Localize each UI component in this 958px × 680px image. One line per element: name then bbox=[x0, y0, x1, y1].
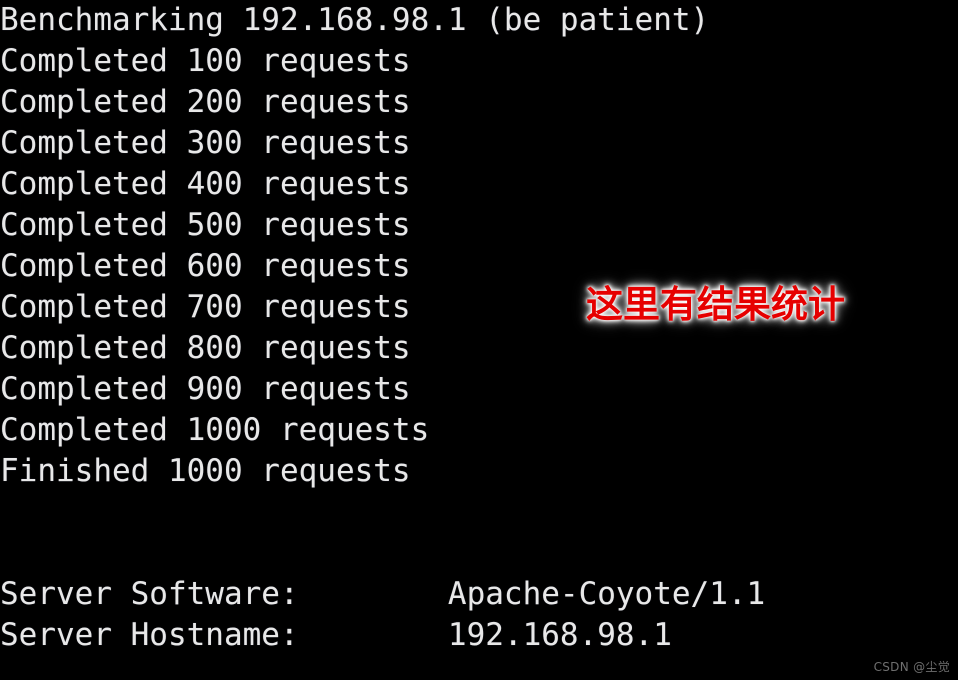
csdn-watermark: CSDN @尘觉 bbox=[873, 660, 950, 674]
terminal-line-benchmarking: Benchmarking 192.168.98.1 (be patient) bbox=[0, 2, 710, 38]
terminal-screen: Benchmarking 192.168.98.1 (be patient) C… bbox=[0, 0, 958, 680]
terminal-line-blank-2 bbox=[0, 533, 958, 574]
terminal-output[interactable]: Benchmarking 192.168.98.1 (be patient) C… bbox=[0, 0, 958, 656]
terminal-line-completed-1000: Completed 1000 requests bbox=[0, 412, 430, 448]
terminal-line-completed-900: Completed 900 requests bbox=[0, 371, 411, 407]
terminal-line-completed-300: Completed 300 requests bbox=[0, 125, 411, 161]
terminal-line-completed-100: Completed 100 requests bbox=[0, 43, 411, 79]
terminal-line-completed-200: Completed 200 requests bbox=[0, 84, 411, 120]
terminal-line-server-software: Server Software: Apache-Coyote/1.1 bbox=[0, 576, 766, 612]
terminal-line-finished: Finished 1000 requests bbox=[0, 453, 411, 489]
terminal-line-blank-1 bbox=[0, 492, 958, 533]
terminal-line-completed-800: Completed 800 requests bbox=[0, 330, 411, 366]
terminal-line-completed-600: Completed 600 requests bbox=[0, 248, 411, 284]
terminal-line-server-hostname: Server Hostname: 192.168.98.1 bbox=[0, 617, 672, 653]
terminal-line-completed-400: Completed 400 requests bbox=[0, 166, 411, 202]
annotation-result-statistics: 这里有结果统计 bbox=[586, 283, 845, 326]
terminal-line-completed-500: Completed 500 requests bbox=[0, 207, 411, 243]
